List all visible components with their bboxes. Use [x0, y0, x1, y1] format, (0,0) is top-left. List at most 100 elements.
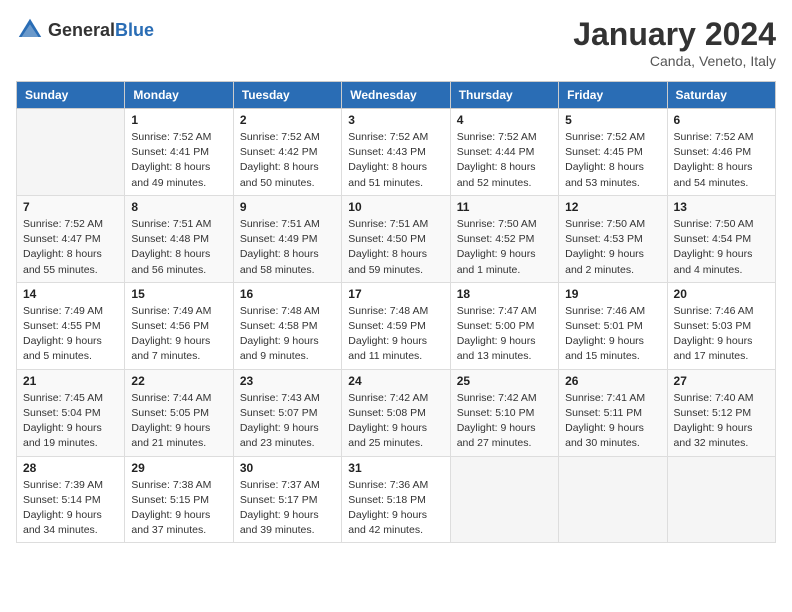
- day-number: 6: [674, 113, 769, 127]
- day-number: 4: [457, 113, 552, 127]
- calendar-cell: 4 Sunrise: 7:52 AM Sunset: 4:44 PM Daylig…: [450, 109, 558, 196]
- day-info: Sunrise: 7:49 AM Sunset: 4:55 PM Dayligh…: [23, 304, 118, 365]
- calendar-cell: 9Sunrise: 7:51 AM Sunset: 4:49 PM Daylig…: [233, 195, 341, 282]
- day-info: Sunrise: 7:47 AM Sunset: 5:00 PM Dayligh…: [457, 304, 552, 365]
- day-info: Sunrise: 7:48 AM Sunset: 4:59 PM Dayligh…: [348, 304, 443, 365]
- calendar-cell: 13 Sunrise: 7:50 AM Sunset: 4:54 PM Dayli…: [667, 195, 775, 282]
- calendar-cell: 21 Sunrise: 7:45 AM Sunset: 5:04 PM Dayli…: [17, 369, 125, 456]
- calendar-week-row: 28 Sunrise: 7:39 AM Sunset: 5:14 PM Dayli…: [17, 456, 776, 543]
- calendar-cell: 12 Sunrise: 7:50 AM Sunset: 4:53 PM Dayli…: [559, 195, 667, 282]
- logo-general: General: [48, 20, 115, 40]
- calendar-cell: [17, 109, 125, 196]
- calendar-cell: 18 Sunrise: 7:47 AM Sunset: 5:00 PM Dayli…: [450, 282, 558, 369]
- day-info: Sunrise: 7:50 AM Sunset: 4:53 PM Dayligh…: [565, 217, 660, 278]
- day-info: Sunrise: 7:52 AM Sunset: 4:41 PM Dayligh…: [131, 130, 226, 191]
- day-info: Sunrise: 7:42 AM Sunset: 5:10 PM Dayligh…: [457, 391, 552, 452]
- day-info: Sunrise: 7:52 AM Sunset: 4:45 PM Dayligh…: [565, 130, 660, 191]
- day-info: Sunrise: 7:39 AM Sunset: 5:14 PM Dayligh…: [23, 478, 118, 539]
- day-info: Sunrise: 7:50 AM Sunset: 4:54 PM Dayligh…: [674, 217, 769, 278]
- calendar-week-row: 21 Sunrise: 7:45 AM Sunset: 5:04 PM Dayli…: [17, 369, 776, 456]
- day-info: Sunrise: 7:50 AM Sunset: 4:52 PM Dayligh…: [457, 217, 552, 278]
- calendar-cell: 31Sunrise: 7:36 AM Sunset: 5:18 PM Dayli…: [342, 456, 450, 543]
- day-number: 16: [240, 287, 335, 301]
- calendar-cell: 1Sunrise: 7:52 AM Sunset: 4:41 PM Daylig…: [125, 109, 233, 196]
- day-number: 13: [674, 200, 769, 214]
- day-info: Sunrise: 7:46 AM Sunset: 5:03 PM Dayligh…: [674, 304, 769, 365]
- day-number: 24: [348, 374, 443, 388]
- calendar-cell: 23Sunrise: 7:43 AM Sunset: 5:07 PM Dayli…: [233, 369, 341, 456]
- day-info: Sunrise: 7:52 AM Sunset: 4:42 PM Dayligh…: [240, 130, 335, 191]
- calendar-cell: 17 Sunrise: 7:48 AM Sunset: 4:59 PM Dayli…: [342, 282, 450, 369]
- day-info: Sunrise: 7:41 AM Sunset: 5:11 PM Dayligh…: [565, 391, 660, 452]
- calendar-cell: [667, 456, 775, 543]
- calendar-cell: 2 Sunrise: 7:52 AM Sunset: 4:42 PM Daylig…: [233, 109, 341, 196]
- logo: GeneralBlue: [16, 16, 154, 44]
- calendar-week-row: 1Sunrise: 7:52 AM Sunset: 4:41 PM Daylig…: [17, 109, 776, 196]
- day-info: Sunrise: 7:48 AM Sunset: 4:58 PM Dayligh…: [240, 304, 335, 365]
- day-number: 9: [240, 200, 335, 214]
- calendar-cell: 22Sunrise: 7:44 AM Sunset: 5:05 PM Dayli…: [125, 369, 233, 456]
- day-number: 18: [457, 287, 552, 301]
- day-number: 7: [23, 200, 118, 214]
- month-title: January 2024: [573, 16, 776, 53]
- day-info: Sunrise: 7:52 AM Sunset: 4:44 PM Dayligh…: [457, 130, 552, 191]
- calendar-cell: 30 Sunrise: 7:37 AM Sunset: 5:17 PM Dayli…: [233, 456, 341, 543]
- calendar-week-row: 7 Sunrise: 7:52 AM Sunset: 4:47 PM Daylig…: [17, 195, 776, 282]
- calendar-cell: 25Sunrise: 7:42 AM Sunset: 5:10 PM Dayli…: [450, 369, 558, 456]
- weekday-header-wednesday: Wednesday: [342, 82, 450, 109]
- logo-icon: [16, 16, 44, 44]
- title-block: January 2024 Canda, Veneto, Italy: [573, 16, 776, 69]
- calendar-cell: 28 Sunrise: 7:39 AM Sunset: 5:14 PM Dayli…: [17, 456, 125, 543]
- day-info: Sunrise: 7:38 AM Sunset: 5:15 PM Dayligh…: [131, 478, 226, 539]
- calendar-cell: 10 Sunrise: 7:51 AM Sunset: 4:50 PM Dayli…: [342, 195, 450, 282]
- day-info: Sunrise: 7:43 AM Sunset: 5:07 PM Dayligh…: [240, 391, 335, 452]
- day-number: 31: [348, 461, 443, 475]
- day-number: 20: [674, 287, 769, 301]
- weekday-header-row: SundayMondayTuesdayWednesdayThursdayFrid…: [17, 82, 776, 109]
- day-info: Sunrise: 7:51 AM Sunset: 4:50 PM Dayligh…: [348, 217, 443, 278]
- day-number: 3: [348, 113, 443, 127]
- weekday-header-monday: Monday: [125, 82, 233, 109]
- weekday-header-friday: Friday: [559, 82, 667, 109]
- day-info: Sunrise: 7:40 AM Sunset: 5:12 PM Dayligh…: [674, 391, 769, 452]
- calendar-cell: 16 Sunrise: 7:48 AM Sunset: 4:58 PM Dayli…: [233, 282, 341, 369]
- logo-blue: Blue: [115, 20, 154, 40]
- day-number: 21: [23, 374, 118, 388]
- day-number: 22: [131, 374, 226, 388]
- calendar-cell: 29Sunrise: 7:38 AM Sunset: 5:15 PM Dayli…: [125, 456, 233, 543]
- calendar-cell: 19Sunrise: 7:46 AM Sunset: 5:01 PM Dayli…: [559, 282, 667, 369]
- calendar-cell: 8 Sunrise: 7:51 AM Sunset: 4:48 PM Daylig…: [125, 195, 233, 282]
- day-number: 27: [674, 374, 769, 388]
- day-number: 28: [23, 461, 118, 475]
- calendar-cell: 5 Sunrise: 7:52 AM Sunset: 4:45 PM Daylig…: [559, 109, 667, 196]
- weekday-header-sunday: Sunday: [17, 82, 125, 109]
- calendar-cell: 6 Sunrise: 7:52 AM Sunset: 4:46 PM Daylig…: [667, 109, 775, 196]
- day-number: 5: [565, 113, 660, 127]
- day-info: Sunrise: 7:37 AM Sunset: 5:17 PM Dayligh…: [240, 478, 335, 539]
- day-info: Sunrise: 7:51 AM Sunset: 4:48 PM Dayligh…: [131, 217, 226, 278]
- calendar-week-row: 14Sunrise: 7:49 AM Sunset: 4:55 PM Dayli…: [17, 282, 776, 369]
- day-number: 30: [240, 461, 335, 475]
- day-number: 17: [348, 287, 443, 301]
- day-number: 8: [131, 200, 226, 214]
- weekday-header-tuesday: Tuesday: [233, 82, 341, 109]
- calendar-cell: 14Sunrise: 7:49 AM Sunset: 4:55 PM Dayli…: [17, 282, 125, 369]
- day-number: 10: [348, 200, 443, 214]
- calendar-cell: [450, 456, 558, 543]
- calendar-cell: 11 Sunrise: 7:50 AM Sunset: 4:52 PM Dayli…: [450, 195, 558, 282]
- day-number: 19: [565, 287, 660, 301]
- day-number: 11: [457, 200, 552, 214]
- weekday-header-thursday: Thursday: [450, 82, 558, 109]
- calendar-table: SundayMondayTuesdayWednesdayThursdayFrid…: [16, 81, 776, 543]
- day-info: Sunrise: 7:42 AM Sunset: 5:08 PM Dayligh…: [348, 391, 443, 452]
- weekday-header-saturday: Saturday: [667, 82, 775, 109]
- location-title: Canda, Veneto, Italy: [573, 53, 776, 69]
- calendar-cell: 24 Sunrise: 7:42 AM Sunset: 5:08 PM Dayli…: [342, 369, 450, 456]
- day-info: Sunrise: 7:45 AM Sunset: 5:04 PM Dayligh…: [23, 391, 118, 452]
- day-info: Sunrise: 7:52 AM Sunset: 4:47 PM Dayligh…: [23, 217, 118, 278]
- day-info: Sunrise: 7:52 AM Sunset: 4:46 PM Dayligh…: [674, 130, 769, 191]
- day-number: 12: [565, 200, 660, 214]
- day-number: 15: [131, 287, 226, 301]
- day-number: 2: [240, 113, 335, 127]
- calendar-cell: 27 Sunrise: 7:40 AM Sunset: 5:12 PM Dayli…: [667, 369, 775, 456]
